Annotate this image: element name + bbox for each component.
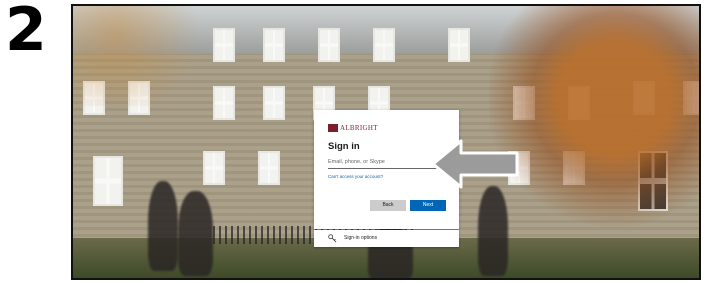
building-window [213,86,235,120]
next-button[interactable]: Next [410,200,446,211]
org-logo: ALBRIGHT [328,124,378,132]
signin-options-button[interactable]: Sign-in options [314,230,459,247]
cant-access-link[interactable]: Can't access your account? [328,174,383,179]
pedestrian [478,186,508,276]
signin-options-label: Sign-in options [344,235,378,241]
arrow-pointing-left-icon [431,139,519,189]
shield-logo-icon [328,124,338,132]
pedestrian [178,191,213,276]
building-window [258,151,280,185]
screenshot-frame: ALBRIGHT Sign in Can't access your accou… [71,4,701,280]
building-window [93,156,123,206]
autumn-tree [489,6,699,236]
building-window [448,28,470,62]
building-window [318,28,340,62]
signin-title: Sign in [328,141,360,152]
email-field[interactable] [328,156,444,169]
logo-text: ALBRIGHT [340,124,378,132]
building-window [263,28,285,62]
autumn-tree [73,6,213,106]
building-window [263,86,285,120]
pedestrian [148,181,178,271]
building-window [213,28,235,62]
step-number: 2 [5,0,47,65]
back-button[interactable]: Back [370,200,406,211]
building-window [203,151,225,185]
key-icon [328,234,337,243]
building-window [373,28,395,62]
